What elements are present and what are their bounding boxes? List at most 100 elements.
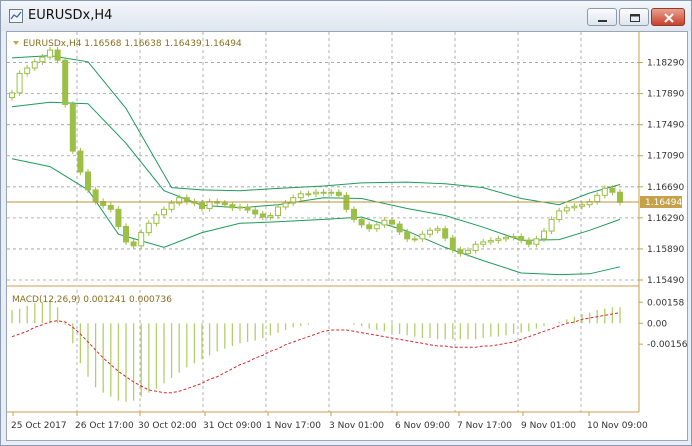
chart-area[interactable]: 1.18290 1.17890 1.17490 1.17090 1.16690 1.162… — [6, 31, 692, 441]
candle — [434, 228, 441, 231]
price-tick-label: 1.16290 — [647, 214, 684, 224]
candle — [229, 204, 236, 209]
candle — [123, 225, 129, 243]
candle — [358, 218, 365, 226]
candle — [328, 191, 335, 194]
minimize-button[interactable] — [587, 8, 617, 26]
candle — [16, 72, 23, 94]
time-tick-label: 9 Nov 01:00 — [521, 421, 576, 431]
candle — [267, 215, 274, 218]
candle — [77, 150, 84, 173]
candle — [487, 239, 494, 243]
candle — [138, 232, 145, 247]
candle — [579, 204, 585, 207]
window-title: EURUSDx,H4 — [28, 8, 113, 23]
price-tick-label: 1.15490 — [647, 276, 684, 286]
candle — [85, 171, 91, 191]
candle — [313, 191, 319, 195]
candle — [609, 187, 616, 193]
time-tick-label: 10 Nov 09:00 — [587, 421, 648, 431]
bollinger-lower — [11, 158, 621, 276]
price-tick-label: 1.18290 — [647, 59, 684, 69]
candle — [221, 202, 228, 206]
time-tick-label: 26 Oct 17:00 — [75, 421, 134, 431]
candle — [320, 191, 327, 194]
candle — [237, 206, 243, 209]
candle — [366, 224, 373, 230]
price-tick-label: 1.17090 — [647, 152, 684, 162]
time-tick-label: 7 Nov 17:00 — [457, 421, 512, 431]
candle — [396, 223, 403, 233]
macd-tick-label: -0.001561 — [647, 340, 687, 350]
candle — [495, 238, 502, 241]
macd-info-label: MACD(12,26,9) 0.001241 0.000736 — [12, 295, 172, 305]
candle — [518, 236, 525, 241]
candle — [275, 206, 281, 217]
price-tick-label: 1.15890 — [647, 245, 684, 255]
candle — [533, 238, 540, 245]
candle — [183, 197, 190, 203]
price-axis[interactable]: 1.18290 1.17890 1.17490 1.17090 1.16690 1.162… — [639, 59, 684, 286]
restore-icon — [630, 14, 640, 22]
candle — [449, 237, 456, 251]
close-button[interactable] — [651, 8, 685, 26]
restore-button[interactable] — [619, 8, 649, 26]
current-price-text: 1.16494 — [645, 198, 682, 208]
time-tick-label: 3 Nov 01:00 — [329, 421, 384, 431]
candle — [480, 241, 487, 245]
candle — [465, 249, 471, 255]
candle — [252, 209, 259, 215]
candle — [297, 193, 304, 199]
candle — [563, 207, 570, 212]
candle — [541, 230, 547, 240]
bollinger-upper — [11, 55, 621, 206]
candle — [259, 213, 266, 218]
candle — [54, 49, 61, 61]
time-tick-label: 1 Nov 17:00 — [266, 421, 321, 431]
candle — [206, 201, 213, 210]
candle — [419, 233, 426, 240]
chart-window-icon — [9, 9, 23, 23]
price-tick-label: 1.17890 — [647, 90, 684, 100]
candle — [510, 236, 517, 239]
candle — [335, 191, 342, 196]
candle — [244, 206, 251, 211]
candle — [115, 208, 122, 227]
candle — [92, 189, 99, 203]
candle — [411, 238, 418, 241]
candle — [571, 205, 578, 209]
candle — [404, 231, 411, 240]
dropdown-arrow-icon[interactable] — [13, 41, 19, 45]
candle — [130, 241, 137, 247]
candle — [107, 204, 114, 210]
candle — [161, 208, 167, 216]
candle — [472, 243, 479, 251]
chart-window: EURUSDx,H4 1.18290 1.17890 1.17490 1.17090 1… — [0, 0, 692, 446]
candle — [305, 193, 312, 196]
candle — [457, 249, 464, 255]
minimize-icon — [598, 20, 607, 22]
candle — [9, 92, 15, 98]
candle — [69, 103, 76, 152]
chart-info-label: EURUSDx,H4 1.16568 1.16638 1.16439 1.164… — [23, 39, 242, 49]
title-bar[interactable]: EURUSDx,H4 — [1, 1, 691, 31]
candle — [594, 194, 601, 203]
candle — [282, 202, 289, 208]
macd-tick-label: 0.00 — [647, 319, 667, 329]
time-tick-label: 25 Oct 2017 — [11, 421, 67, 431]
candle — [24, 67, 31, 74]
candle — [427, 229, 433, 235]
candle — [39, 56, 46, 63]
candle — [153, 214, 160, 224]
chart-canvas[interactable]: 1.18290 1.17890 1.17490 1.17090 1.16690 1.162… — [7, 32, 692, 440]
time-axis[interactable]: 25 Oct 2017 26 Oct 17:00 30 Oct 02:00 31 Oc… — [11, 412, 648, 431]
candle — [145, 222, 152, 234]
candle — [199, 202, 205, 210]
macd-axis[interactable]: 0.00158 0.00 -0.001561 — [639, 298, 692, 350]
close-icon — [664, 13, 674, 23]
candle — [503, 236, 509, 240]
candle — [601, 187, 608, 196]
grid — [7, 32, 639, 412]
candle — [548, 218, 555, 232]
candle — [351, 208, 357, 220]
